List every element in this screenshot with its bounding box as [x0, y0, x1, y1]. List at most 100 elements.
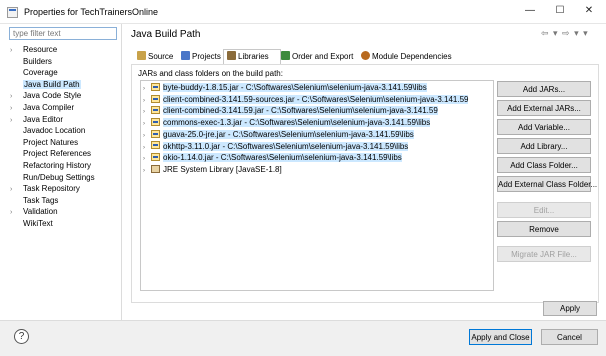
eclipse-app-icon: [7, 7, 18, 18]
jar-icon: [151, 94, 160, 103]
build-path-list-label: JARs and class folders on the build path…: [138, 69, 283, 78]
tab-projects[interactable]: Projects: [178, 50, 224, 64]
add-jars-button[interactable]: Add JARs...: [497, 81, 591, 97]
tab-strip: Source Projects Libraries Order and Export M…: [131, 49, 599, 66]
add-library-button[interactable]: Add Library...: [497, 138, 591, 154]
sidebar-item-label: Java Compiler: [23, 103, 75, 112]
tab-label: Order and Export: [292, 52, 354, 61]
sidebar-item-label: Project References: [23, 149, 92, 159]
sidebar-item[interactable]: Coverage: [10, 67, 58, 78]
sidebar-item-label: Java Build Path: [23, 79, 81, 89]
sidebar-item-label: Validation: [23, 207, 58, 217]
sidebar-item-label: Resource: [23, 45, 58, 54]
edit-button[interactable]: Edit...: [497, 202, 591, 218]
entry-label: client-combined-3.141.59.jar - C:\Softwa…: [163, 106, 438, 116]
sidebar-item[interactable]: Project References: [10, 148, 91, 159]
expand-arrow-icon[interactable]: ›: [143, 166, 151, 177]
library-entry[interactable]: › JRE System Library [JavaSE-1.8]: [143, 164, 282, 175]
jar-entry[interactable]: › guava-25.0-jre.jar - C:\Softwares\Selen…: [143, 129, 414, 140]
entry-label: JRE System Library [JavaSE-1.8]: [163, 164, 282, 174]
entry-label: okio-1.14.0.jar - C:\Softwares\Selenium\…: [163, 153, 402, 163]
jar-entry[interactable]: › commons-exec-1.3.jar - C:\Softwares\Sel…: [143, 117, 431, 128]
add-class-folder-button[interactable]: Add Class Folder...: [497, 157, 591, 173]
add-external-jars-button[interactable]: Add External JARs...: [497, 100, 591, 116]
jar-icon: [151, 106, 160, 115]
page-title: Java Build Path: [131, 29, 201, 40]
sidebar-item-label: WikiText: [23, 219, 53, 228]
sidebar-item[interactable]: WikiText: [10, 218, 53, 229]
sidebar-item[interactable]: › Validation: [10, 206, 58, 217]
sidebar-item-label: Task Repository: [23, 184, 80, 194]
expand-arrow-icon[interactable]: ›: [10, 115, 23, 126]
sidebar-item-label: Project Natures: [23, 137, 79, 147]
close-button[interactable]: ✕: [581, 4, 597, 18]
cancel-button[interactable]: Cancel: [541, 329, 598, 345]
module-icon: [361, 51, 370, 61]
entry-label: client-combined-3.141.59-sources.jar - C…: [163, 94, 469, 104]
minimize-button[interactable]: —: [522, 4, 538, 18]
source-folder-icon: [137, 51, 146, 61]
sidebar-item-label: Builders: [23, 56, 52, 66]
jar-icon: [151, 153, 160, 162]
sidebar-item-label: Task Tags: [23, 195, 59, 205]
jar-icon: [151, 129, 160, 138]
expand-arrow-icon[interactable]: ›: [10, 103, 23, 114]
expand-arrow-icon[interactable]: ›: [10, 91, 23, 102]
tab-label: Libraries: [238, 52, 269, 61]
sidebar-item-label: Run/Debug Settings: [23, 172, 95, 182]
entry-label: commons-exec-1.3.jar - C:\Softwares\Sele…: [163, 118, 431, 128]
expand-arrow-icon[interactable]: ›: [10, 207, 23, 218]
jar-entry[interactable]: › byte-buddy-1.8.15.jar - C:\Softwares\Se…: [143, 82, 427, 93]
filter-input[interactable]: [9, 27, 117, 40]
tab-module-dependencies[interactable]: Module Dependencies: [358, 50, 461, 64]
sidebar-item[interactable]: › Task Repository: [10, 183, 80, 194]
window-title: Properties for TechTrainersOnline: [24, 7, 159, 17]
sidebar-item[interactable]: Javadoc Location: [10, 125, 85, 136]
entry-label: guava-25.0-jre.jar - C:\Softwares\Seleni…: [163, 129, 414, 139]
sidebar-item[interactable]: › Resource: [10, 44, 57, 55]
sidebar-item[interactable]: Run/Debug Settings: [10, 172, 95, 183]
sidebar-item[interactable]: Java Build Path: [10, 79, 81, 90]
sidebar-item[interactable]: › Java Code Style: [10, 90, 81, 101]
sidebar-item[interactable]: › Java Compiler: [10, 102, 74, 113]
sidebar-item[interactable]: Refactoring History: [10, 160, 91, 171]
jar-icon: [151, 141, 160, 150]
sidebar-item-label: Coverage: [23, 68, 58, 78]
entry-label: byte-buddy-1.8.15.jar - C:\Softwares\Sel…: [163, 83, 427, 92]
navigation-arrows-icon[interactable]: ⇦ ▾ ⇨ ▾ ▾: [541, 28, 589, 39]
sidebar-item[interactable]: Builders: [10, 56, 52, 67]
tab-source[interactable]: Source: [134, 50, 179, 64]
jar-icon: [151, 82, 160, 91]
add-variable-button[interactable]: Add Variable...: [497, 119, 591, 135]
jar-entry[interactable]: › okio-1.14.0.jar - C:\Softwares\Selenium…: [143, 152, 402, 163]
jar-icon: [151, 117, 160, 126]
tab-label: Projects: [192, 52, 221, 61]
expand-arrow-icon[interactable]: ›: [10, 184, 23, 195]
sidebar-item[interactable]: Project Natures: [10, 137, 78, 148]
sidebar-item-label: Java Editor: [23, 114, 64, 124]
sidebar-item-label: Javadoc Location: [23, 126, 86, 136]
libraries-icon: [227, 51, 236, 61]
expand-arrow-icon[interactable]: ›: [10, 45, 23, 56]
tab-label: Module Dependencies: [372, 52, 452, 61]
remove-button[interactable]: Remove: [497, 221, 591, 237]
sidebar-item[interactable]: › Java Editor: [10, 114, 63, 125]
help-icon[interactable]: ?: [14, 329, 29, 344]
sidebar-item[interactable]: Task Tags: [10, 195, 58, 206]
sidebar-item-label: Refactoring History: [23, 161, 92, 170]
projects-icon: [181, 51, 190, 61]
sidebar-item-label: Java Code Style: [23, 91, 82, 101]
add-external-class-folder-button[interactable]: Add External Class Folder...: [497, 176, 597, 192]
apply-button[interactable]: Apply: [543, 301, 597, 316]
order-export-icon: [281, 51, 290, 61]
entry-label: okhttp-3.11.0.jar - C:\Softwares\Seleniu…: [163, 141, 409, 151]
jar-entry[interactable]: › client-combined-3.141.59.jar - C:\Softw…: [143, 105, 438, 116]
library-icon: [151, 164, 160, 173]
apply-and-close-button[interactable]: Apply and Close: [469, 329, 532, 345]
jar-entry[interactable]: › okhttp-3.11.0.jar - C:\Softwares\Seleni…: [143, 141, 409, 152]
tab-label: Source: [148, 52, 174, 61]
migrate-jar-file-button[interactable]: Migrate JAR File...: [497, 246, 591, 262]
maximize-button[interactable]: ☐: [552, 4, 568, 18]
tab-order-and-export[interactable]: Order and Export: [278, 50, 359, 64]
jar-entry[interactable]: › client-combined-3.141.59-sources.jar - …: [143, 94, 469, 105]
